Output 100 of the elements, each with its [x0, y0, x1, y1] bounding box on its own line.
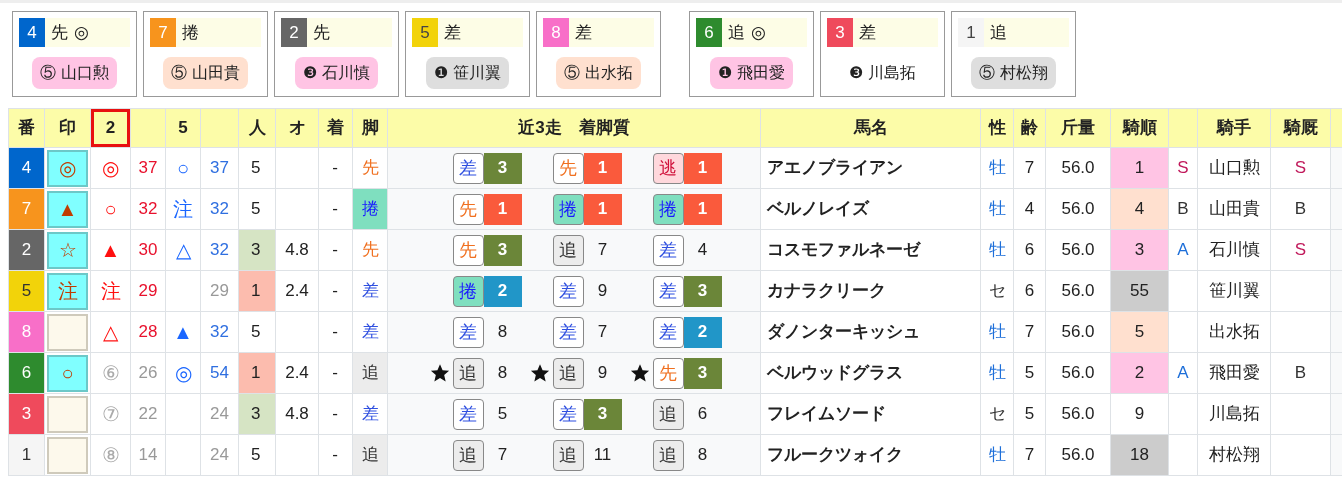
jockey-rank-cell: 3: [1110, 229, 1169, 271]
run-finish: 2: [683, 316, 722, 348]
run-style-chip: 差: [652, 316, 684, 348]
column-header[interactable]: 印: [44, 108, 91, 148]
column-header[interactable]: オ: [275, 108, 319, 148]
column-header[interactable]: 番: [8, 108, 45, 148]
sex-cell: 牡: [980, 147, 1014, 189]
run-finish: 7: [496, 444, 509, 467]
bracket-number-cell: 5: [8, 270, 45, 312]
grade-cell: A: [1168, 229, 1198, 271]
jockey-name: 飛田愛: [1197, 352, 1271, 394]
index-value-cell: 37: [200, 147, 239, 189]
column-header[interactable]: 5: [165, 108, 201, 148]
sex-cell: 牡: [980, 188, 1014, 230]
finish-cell: -: [318, 352, 353, 394]
weight-cell: 56.0: [1045, 311, 1111, 353]
run-finish: 9: [596, 280, 609, 303]
running-style: 追: [990, 21, 1007, 44]
index-value-cell: 29: [130, 270, 166, 312]
column-header[interactable]: 齢: [1013, 108, 1046, 148]
column-header[interactable]: 騎順: [1110, 108, 1169, 148]
jockey-name: ❸ 川島拓: [848, 63, 917, 83]
sex-cell: セ: [980, 270, 1014, 312]
run-finish: 1: [683, 193, 722, 225]
bracket-number: 1: [958, 18, 984, 47]
column-header[interactable]: 人: [238, 108, 276, 148]
run-finish: 1: [483, 193, 522, 225]
index-value-cell: 22: [130, 393, 166, 435]
column-header[interactable]: 性: [980, 108, 1014, 148]
odds-cell: 4.8: [275, 393, 319, 435]
index-value-cell: 24: [200, 434, 239, 476]
popularity-cell: 5: [238, 311, 276, 353]
stable-grade-cell: B: [1270, 188, 1331, 230]
finish-cell: -: [318, 188, 353, 230]
run-style-chip: 差: [452, 152, 484, 184]
sex-cell: 牡: [980, 434, 1014, 476]
weight-cell: 56.0: [1045, 147, 1111, 189]
run-finish: 8: [696, 444, 709, 467]
jockey-name: 石川慎: [1197, 229, 1271, 271]
jockey-badge: ⑤ 村松翔: [971, 57, 1056, 89]
running-style: 追: [728, 21, 745, 44]
mark-cell: [47, 395, 88, 433]
run-finish: 1: [583, 152, 622, 184]
popularity-cell: 1: [238, 270, 276, 312]
column-header[interactable]: 2: [90, 108, 131, 148]
column-header[interactable]: 近3走 着脚質: [387, 108, 761, 148]
column-header[interactable]: 騎厩: [1270, 108, 1331, 148]
weight-cell: 56.0: [1045, 188, 1111, 230]
index-value-cell: 37: [130, 147, 166, 189]
weight-cell: 56.0: [1045, 434, 1111, 476]
mark-cell: ▲: [47, 190, 88, 228]
index-value-cell: 14: [130, 434, 166, 476]
index-mark-cell: 注: [90, 270, 131, 312]
sex-cell: セ: [980, 393, 1014, 435]
weight-cell: 56.0: [1045, 393, 1111, 435]
age-cell: 5: [1013, 352, 1046, 394]
age-cell: 7: [1013, 311, 1046, 353]
finish-cell: -: [318, 311, 353, 353]
bracket-number: 8: [543, 18, 569, 47]
horse-name: ベルウッドグラス: [760, 352, 981, 394]
sex-cell: 牡: [980, 352, 1014, 394]
finish-cell: -: [318, 270, 353, 312]
finish-cell: -: [318, 229, 353, 271]
index-value-cell: 29: [200, 270, 239, 312]
run-finish: 3: [683, 357, 722, 389]
bracket-number: 7: [150, 18, 176, 47]
column-header[interactable]: 騎手: [1197, 108, 1271, 148]
popularity-cell: 3: [238, 229, 276, 271]
run-finish: 7: [596, 239, 609, 262]
popularity-cell: 5: [238, 434, 276, 476]
sex-cell: 牡: [980, 229, 1014, 271]
index-mark-cell: ◎: [90, 147, 131, 189]
column-header[interactable]: 馬名: [760, 108, 981, 148]
weight-cell: 56.0: [1045, 229, 1111, 271]
index-mark-cell: ⑦: [90, 393, 131, 435]
column-header[interactable]: 脚: [352, 108, 388, 148]
bracket-number-cell: 4: [8, 147, 45, 189]
jockey-rank-cell: 18: [1110, 434, 1169, 476]
running-style: 差: [444, 21, 461, 44]
column-header[interactable]: 斤量: [1045, 108, 1111, 148]
mark-cell: ☆: [47, 231, 88, 269]
running-style: 先: [51, 21, 68, 44]
jockey-name: 出水拓: [1197, 311, 1271, 353]
column-header[interactable]: 着: [318, 108, 353, 148]
finish-cell: -: [318, 434, 353, 476]
run-style-chip: 先: [452, 193, 484, 225]
run-style-chip: 先: [452, 234, 484, 266]
horse-name: カナラクリーク: [760, 270, 981, 312]
age-cell: 5: [1013, 393, 1046, 435]
jockey-badge: ❸ 石川慎: [295, 57, 378, 89]
jockey-rank-cell: 9: [1110, 393, 1169, 435]
age-cell: 4: [1013, 188, 1046, 230]
index-value-cell: 28: [130, 311, 166, 353]
run-finish: 3: [483, 152, 522, 184]
run-finish: 3: [583, 398, 622, 430]
odds-cell: 4.8: [275, 229, 319, 271]
jockey-name: 川島拓: [1197, 393, 1271, 435]
horse-name: フレイムソード: [760, 393, 981, 435]
bracket-number: 5: [412, 18, 438, 47]
run-finish: 3: [683, 275, 722, 307]
